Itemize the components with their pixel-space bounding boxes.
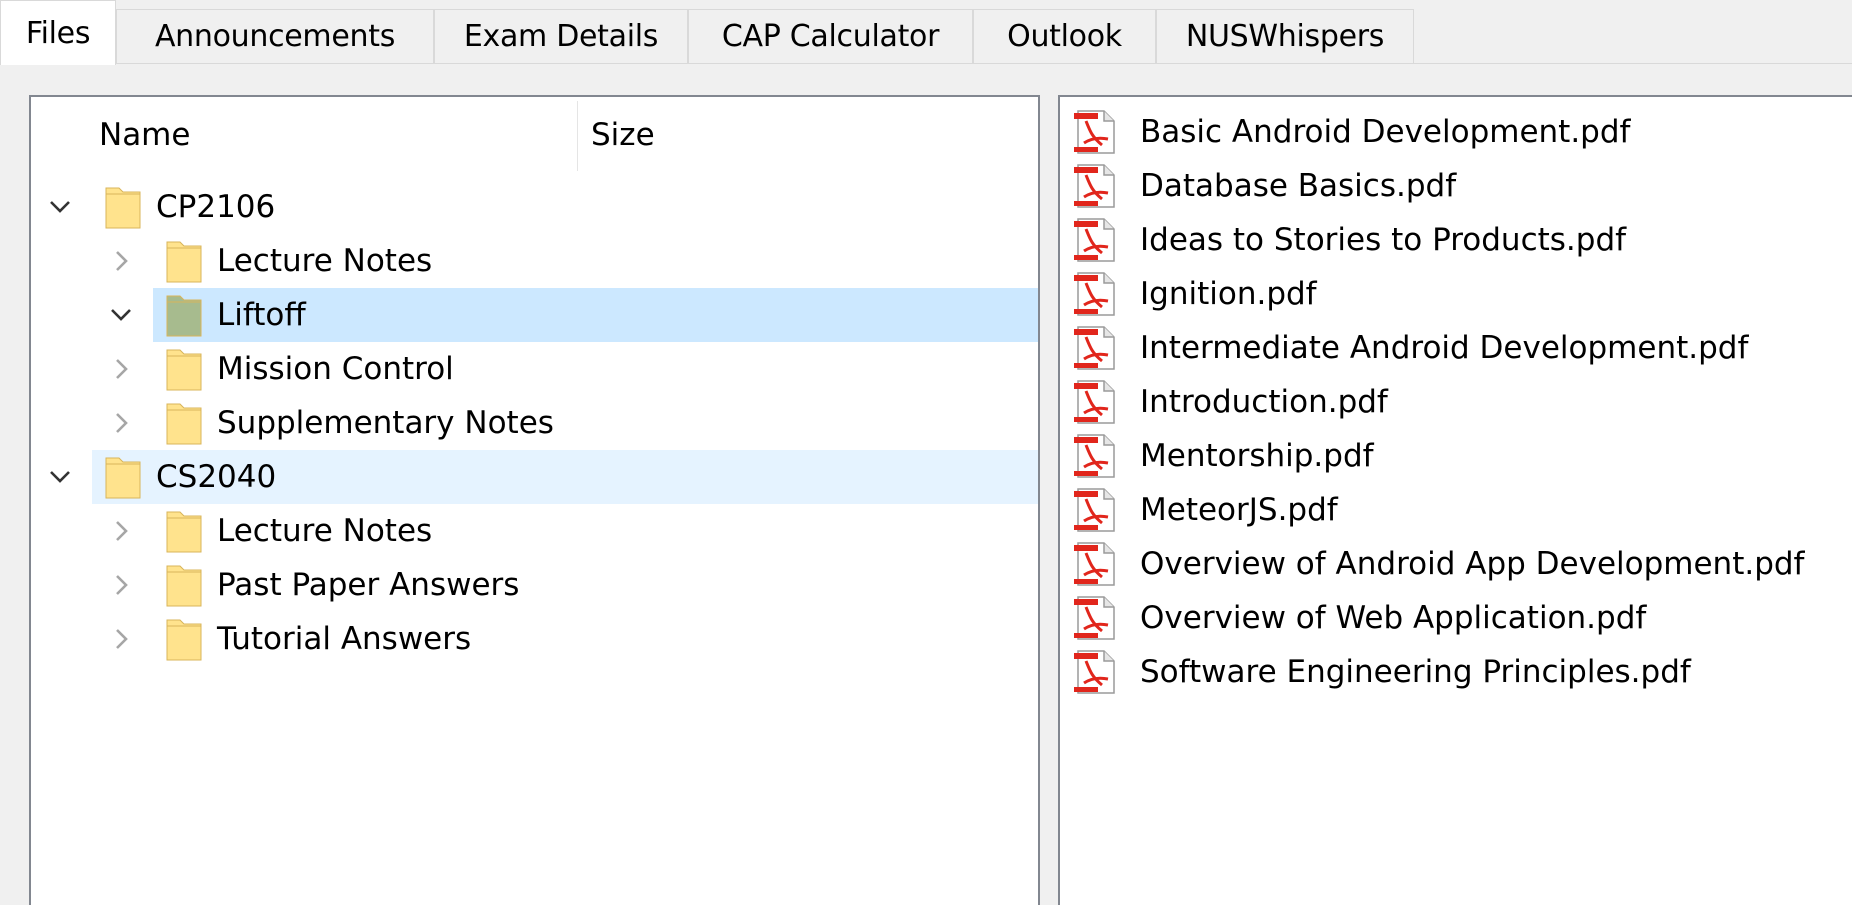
tab-label: Outlook xyxy=(1007,19,1122,54)
file-item[interactable]: Database Basics.pdf xyxy=(1060,159,1852,213)
chevron-right-icon[interactable] xyxy=(109,519,133,543)
file-name: Software Engineering Principles.pdf xyxy=(1140,654,1691,690)
folder-icon xyxy=(165,400,203,446)
file-item[interactable]: MeteorJS.pdf xyxy=(1060,483,1852,537)
chevron-down-icon[interactable] xyxy=(109,303,133,327)
folder-tree-panel[interactable]: Name Size CP2106 Lecture Notes Liftoff Miss… xyxy=(29,95,1040,905)
chevron-right-icon[interactable] xyxy=(109,411,133,435)
file-name: Ideas to Stories to Products.pdf xyxy=(1140,222,1627,258)
tab-exam-details[interactable]: Exam Details xyxy=(434,9,688,63)
column-separator[interactable] xyxy=(577,101,578,171)
folder-icon xyxy=(104,454,142,500)
tree-node-past-paper-answers[interactable]: Past Paper Answers xyxy=(116,558,1038,612)
column-header-size[interactable]: Size xyxy=(591,97,655,173)
tab-nuswhispers[interactable]: NUSWhispers xyxy=(1156,9,1414,63)
folder-icon xyxy=(165,508,203,554)
tree-node-lecture-notes[interactable]: Lecture Notes xyxy=(116,504,1038,558)
file-list-panel[interactable]: Basic Android Development.pdf Database Ba… xyxy=(1058,95,1852,905)
file-name: Intermediate Android Development.pdf xyxy=(1140,330,1749,366)
pdf-file-icon xyxy=(1072,109,1118,155)
pdf-file-icon xyxy=(1072,217,1118,263)
tab-label: Exam Details xyxy=(463,19,659,54)
tree-node-label: Lecture Notes xyxy=(217,243,433,279)
file-name: Ignition.pdf xyxy=(1140,276,1317,312)
file-name: Introduction.pdf xyxy=(1140,384,1388,420)
chevron-right-icon[interactable] xyxy=(109,357,133,381)
file-item[interactable]: Ideas to Stories to Products.pdf xyxy=(1060,213,1852,267)
tab-label: CAP Calculator xyxy=(721,19,940,54)
chevron-right-icon[interactable] xyxy=(109,249,133,273)
tab-strip: Files Announcements Exam Details CAP Cal… xyxy=(0,0,1852,65)
chevron-right-icon[interactable] xyxy=(109,573,133,597)
file-item[interactable]: Basic Android Development.pdf xyxy=(1060,105,1852,159)
file-item[interactable]: Mentorship.pdf xyxy=(1060,429,1852,483)
tab-outlook[interactable]: Outlook xyxy=(973,9,1156,63)
pdf-file-icon xyxy=(1072,487,1118,533)
tab-announcements[interactable]: Announcements xyxy=(116,9,434,63)
tree-header: Name Size xyxy=(31,97,1038,173)
tree-node-tutorial-answers[interactable]: Tutorial Answers xyxy=(116,612,1038,666)
file-item[interactable]: Overview of Android App Development.pdf xyxy=(1060,537,1852,591)
folder-open-icon xyxy=(165,292,203,338)
file-item[interactable]: Intermediate Android Development.pdf xyxy=(1060,321,1852,375)
folder-icon xyxy=(104,184,142,230)
folder-icon xyxy=(165,562,203,608)
tree-node-label: Liftoff xyxy=(217,297,306,333)
pdf-file-icon xyxy=(1072,379,1118,425)
pdf-file-icon xyxy=(1072,271,1118,317)
file-item[interactable]: Software Engineering Principles.pdf xyxy=(1060,645,1852,699)
tab-label: Files xyxy=(25,15,91,51)
tab-strip-divider xyxy=(0,63,1852,64)
tab-cap-calculator[interactable]: CAP Calculator xyxy=(688,9,973,63)
tab-label: NUSWhispers xyxy=(1185,19,1385,54)
pdf-file-icon xyxy=(1072,163,1118,209)
folder-icon xyxy=(165,346,203,392)
tab-files[interactable]: Files xyxy=(0,0,116,65)
tree-node-label: CS2040 xyxy=(156,459,277,495)
file-name: Database Basics.pdf xyxy=(1140,168,1457,204)
tree-node-label: Lecture Notes xyxy=(217,513,433,549)
pdf-file-icon xyxy=(1072,433,1118,479)
pdf-file-icon xyxy=(1072,595,1118,641)
file-name: Overview of Web Application.pdf xyxy=(1140,600,1647,636)
tree-node-supplementary-notes[interactable]: Supplementary Notes xyxy=(116,396,1038,450)
pdf-file-icon xyxy=(1072,325,1118,371)
tree-node-cs2040[interactable]: CS2040 xyxy=(50,450,1038,504)
tree-node-mission-control[interactable]: Mission Control xyxy=(116,342,1038,396)
chevron-down-icon[interactable] xyxy=(48,195,72,219)
pdf-file-icon xyxy=(1072,541,1118,587)
tree-node-cp2106[interactable]: CP2106 xyxy=(50,180,1038,234)
column-header-name[interactable]: Name xyxy=(99,97,607,173)
tab-label: Announcements xyxy=(154,19,396,54)
file-name: Overview of Android App Development.pdf xyxy=(1140,546,1805,582)
tree-node-label: Supplementary Notes xyxy=(217,405,554,441)
folder-icon xyxy=(165,238,203,284)
file-item[interactable]: Ignition.pdf xyxy=(1060,267,1852,321)
pdf-file-icon xyxy=(1072,649,1118,695)
folder-icon xyxy=(165,616,203,662)
tree-node-label: Tutorial Answers xyxy=(217,621,472,657)
file-name: MeteorJS.pdf xyxy=(1140,492,1338,528)
tree-node-label: Past Paper Answers xyxy=(217,567,520,603)
file-name: Mentorship.pdf xyxy=(1140,438,1374,474)
file-item[interactable]: Overview of Web Application.pdf xyxy=(1060,591,1852,645)
file-item[interactable]: Introduction.pdf xyxy=(1060,375,1852,429)
chevron-down-icon[interactable] xyxy=(48,465,72,489)
tree-node-label: CP2106 xyxy=(156,189,276,225)
tree-node-liftoff[interactable]: Liftoff xyxy=(111,288,1038,342)
file-name: Basic Android Development.pdf xyxy=(1140,114,1631,150)
tree-node-lecture-notes[interactable]: Lecture Notes xyxy=(116,234,1038,288)
chevron-right-icon[interactable] xyxy=(109,627,133,651)
tree-node-label: Mission Control xyxy=(217,351,454,387)
